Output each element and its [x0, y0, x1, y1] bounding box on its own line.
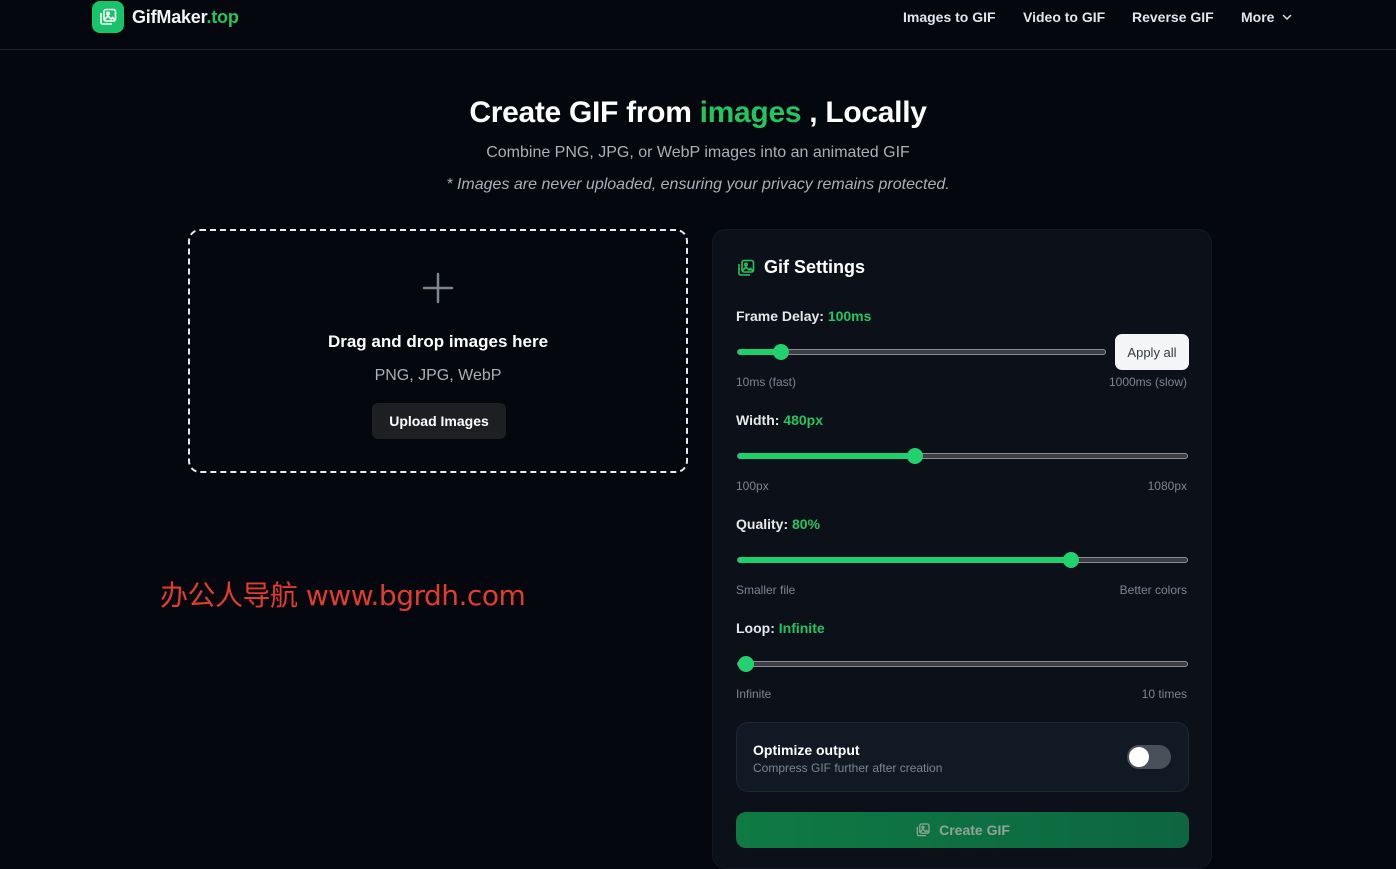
- optimize-toggle[interactable]: [1127, 745, 1171, 769]
- image-dropzone[interactable]: Drag and drop images here PNG, JPG, WebP…: [188, 229, 688, 473]
- loop-min-label: Infinite: [736, 687, 772, 701]
- site-watermark: 办公人导航 www.bgrdh.com: [160, 579, 526, 612]
- slider-fill: [738, 453, 915, 459]
- image-icon: [916, 823, 930, 837]
- slider-thumb[interactable]: [1062, 552, 1079, 568]
- frame-delay-max-label: 1000ms (slow): [1108, 375, 1187, 389]
- quality-slider[interactable]: [737, 552, 1188, 568]
- page-title: Create GIF from images , Locally: [469, 96, 927, 129]
- frame-delay-label: Frame Delay: 100ms: [736, 308, 872, 324]
- plus-icon: [422, 272, 454, 304]
- image-icon: [738, 259, 755, 276]
- loop-slider[interactable]: [737, 656, 1188, 672]
- loop-value: Infinite: [778, 620, 825, 636]
- frame-delay-slider[interactable]: [737, 344, 1106, 360]
- optimize-description: Compress GIF further after creation: [753, 761, 943, 775]
- dropzone-title: Drag and drop images here: [327, 332, 549, 351]
- slider-thumb[interactable]: [906, 448, 923, 464]
- settings-title: Gif Settings: [764, 257, 866, 277]
- width-label: Width: 480px: [736, 412, 824, 428]
- gif-settings-panel: Gif Settings Frame Delay: 100ms Apply al…: [712, 229, 1212, 869]
- dropzone-formats: PNG, JPG, WebP: [374, 367, 502, 384]
- nav-video-to-gif[interactable]: Video to GIF: [1023, 9, 1105, 25]
- width-max-label: 1080px: [1147, 479, 1187, 493]
- nav-images-to-gif[interactable]: Images to GIF: [903, 9, 996, 25]
- quality-max-label: Better colors: [1119, 583, 1187, 597]
- toggle-knob: [1129, 747, 1149, 767]
- create-gif-label: Create GIF: [939, 822, 1010, 838]
- width-value: 480px: [783, 412, 824, 428]
- loop-label: Loop: Infinite: [736, 620, 825, 636]
- slider-thumb[interactable]: [738, 656, 754, 672]
- loop-max-label: 10 times: [1141, 687, 1187, 701]
- optimize-title: Optimize output: [753, 742, 860, 758]
- frame-delay-value: 100ms: [827, 308, 872, 324]
- create-gif-button[interactable]: Create GIF: [736, 812, 1189, 848]
- upload-images-button[interactable]: Upload Images: [372, 403, 506, 439]
- privacy-note: * Images are never uploaded, ensuring yo…: [446, 176, 950, 193]
- nav-reverse-gif[interactable]: Reverse GIF: [1132, 9, 1214, 25]
- width-min-label: 100px: [736, 479, 769, 493]
- slider-thumb[interactable]: [773, 344, 790, 360]
- logo-image-icon[interactable]: [92, 1, 124, 33]
- quality-label: Quality: 80%: [736, 516, 821, 532]
- optimize-output-card: Optimize output Compress GIF further aft…: [736, 722, 1189, 792]
- quality-value: 80%: [792, 516, 821, 532]
- chevron-down-icon[interactable]: [1281, 11, 1293, 23]
- apply-all-button[interactable]: Apply all: [1115, 334, 1189, 370]
- nav-more[interactable]: More: [1241, 9, 1274, 25]
- brand-logo-text[interactable]: GifMaker.top: [132, 7, 239, 28]
- slider-fill: [738, 557, 1071, 563]
- quality-min-label: Smaller file: [736, 583, 796, 597]
- top-navbar: GifMaker.top Images to GIF Video to GIF …: [0, 0, 1396, 50]
- page-subtitle: Combine PNG, JPG, or WebP images into an…: [486, 144, 910, 161]
- frame-delay-min-label: 10ms (fast): [736, 375, 797, 389]
- width-slider[interactable]: [737, 448, 1188, 464]
